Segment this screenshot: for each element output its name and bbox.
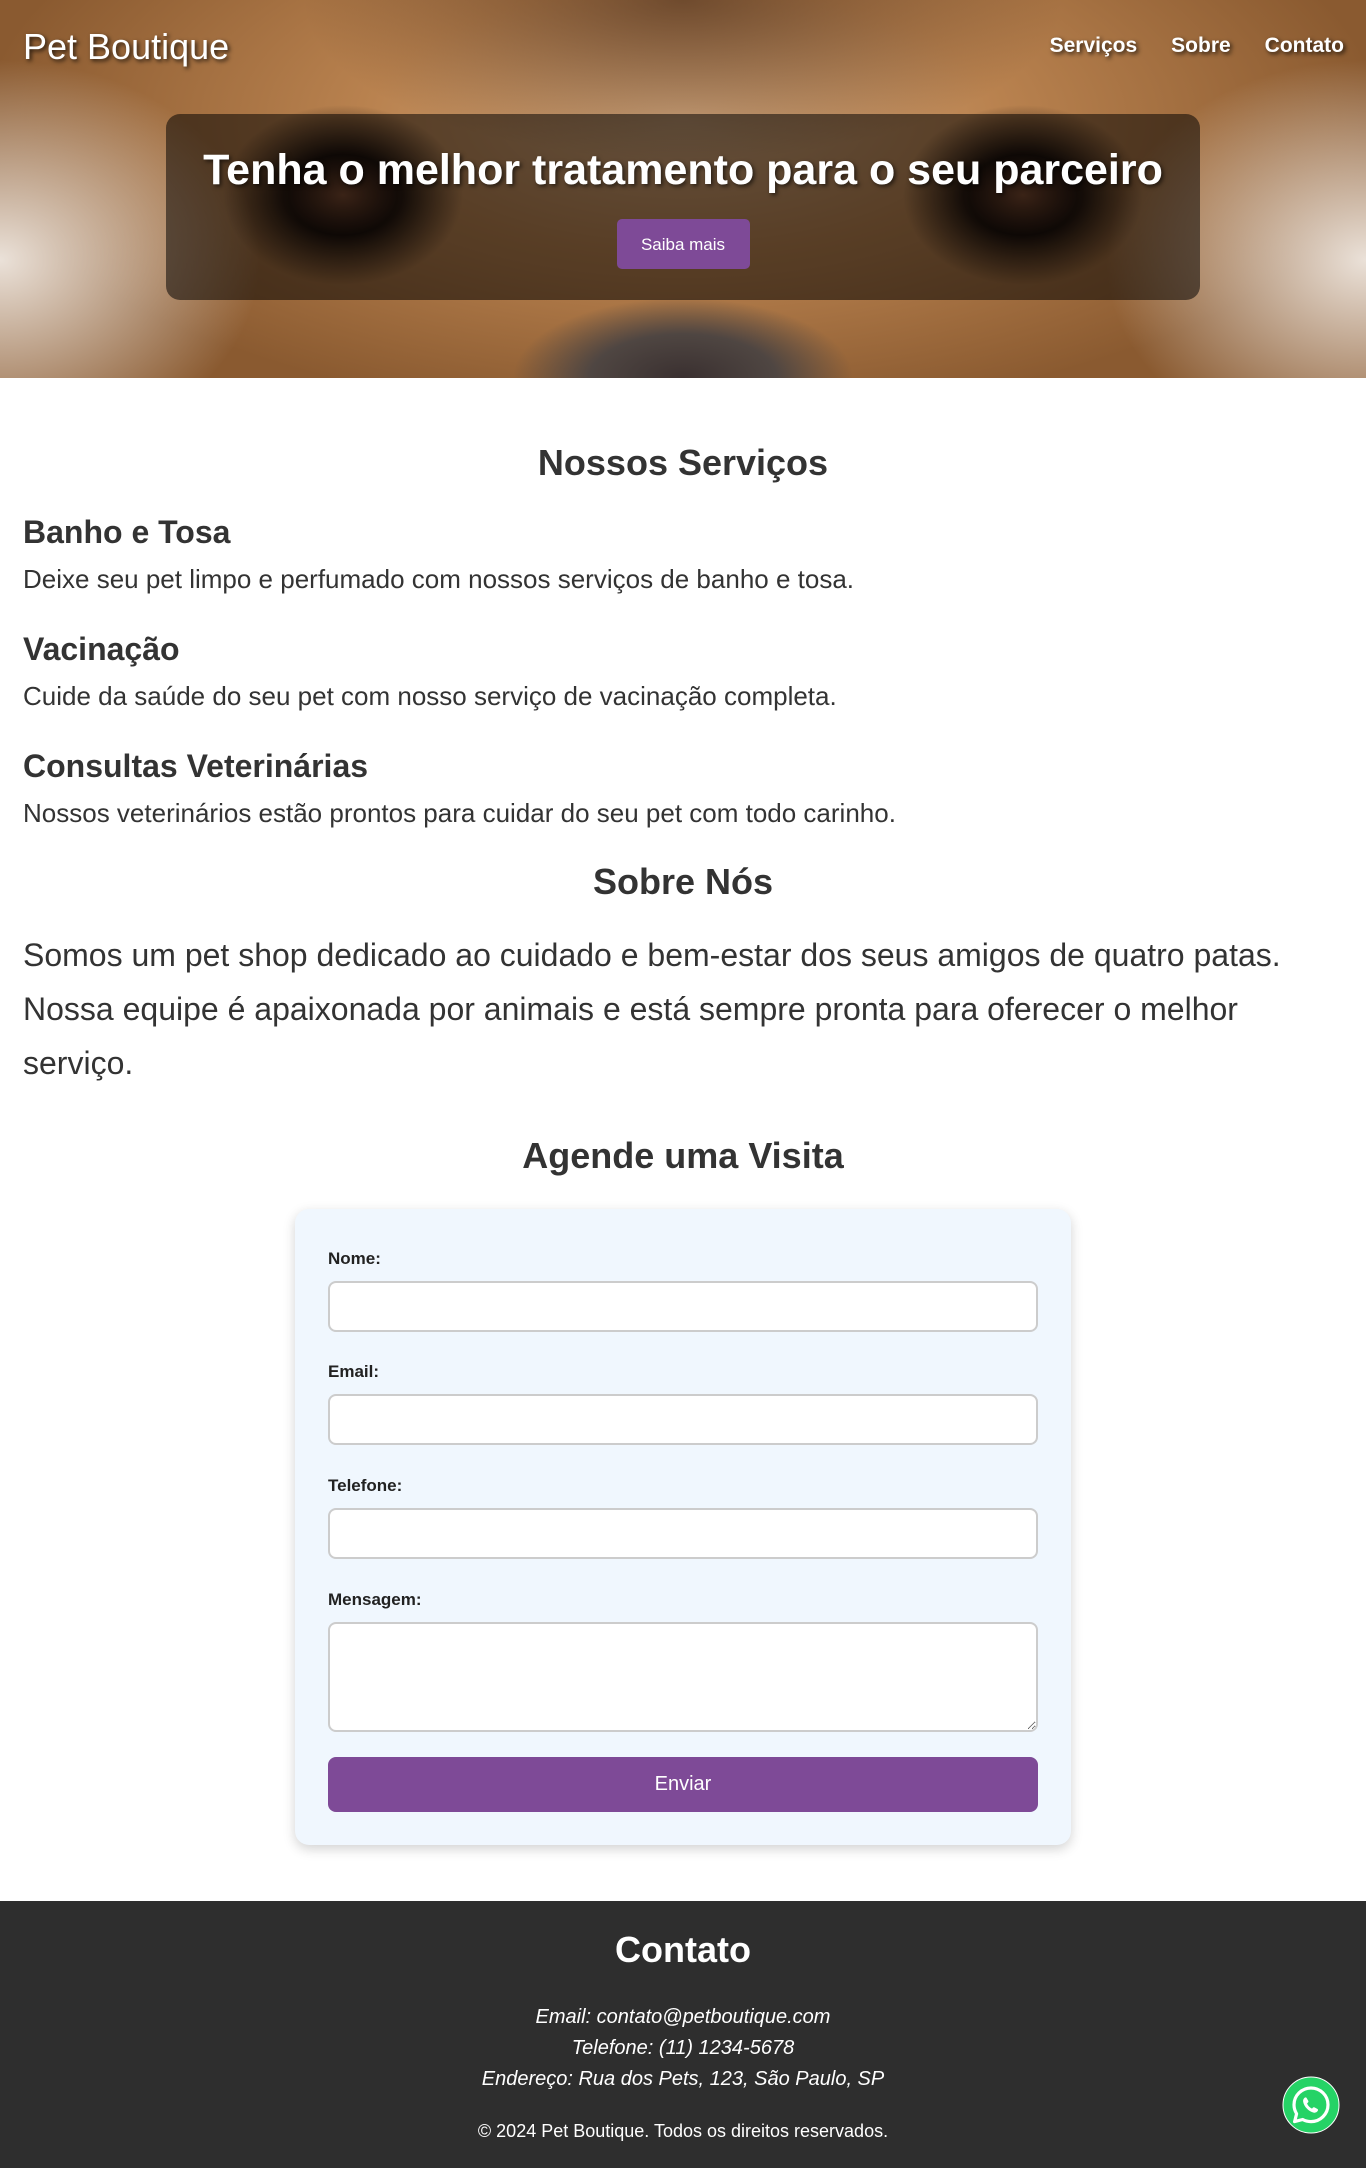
- service-name: Vacinação: [23, 631, 180, 667]
- hero-overlay: Tenha o melhor tratamento para o seu par…: [166, 114, 1200, 300]
- message-label: Mensagem:: [328, 1590, 422, 1609]
- service-name: Consultas Veterinárias: [23, 748, 369, 784]
- whatsapp-button[interactable]: [1282, 2076, 1340, 2134]
- brand-logo[interactable]: Pet Boutique: [23, 26, 229, 68]
- about-title: Sobre Nós: [592, 861, 774, 902]
- navbar: Pet Boutique Serviços Sobre Contato: [0, 0, 1366, 100]
- contact-email: Email: contato@petboutique.com: [535, 2006, 831, 2028]
- booking-form: Nome: Email: Telefone: Mensagem: Enviar: [295, 1209, 1071, 1845]
- services-title: Nossos Serviços: [537, 442, 829, 483]
- page: Pet Boutique Serviços Sobre Contato Tenh…: [0, 0, 1366, 1176]
- service-description: Nossos veterinários estão prontos para c…: [23, 798, 896, 828]
- footer: Contato Email: contato@petboutique.com T…: [0, 1901, 1366, 2168]
- service-name: Banho e Tosa: [23, 514, 231, 550]
- footer-title: Contato: [615, 1929, 751, 1970]
- name-label: Nome:: [328, 1249, 381, 1268]
- hero-title: Tenha o melhor tratamento para o seu par…: [203, 146, 1163, 194]
- submit-button[interactable]: Enviar: [328, 1757, 1038, 1812]
- whatsapp-icon: [1282, 2076, 1340, 2134]
- phone-label: Telefone:: [328, 1476, 403, 1495]
- about-text: Somos um pet shop dedicado ao cuidado e …: [23, 937, 1281, 1081]
- email-input[interactable]: [328, 1394, 1038, 1445]
- service-item: Consultas Veterinárias Nossos veterinári…: [0, 746, 1366, 832]
- services-section: Nossos Serviços Banho e Tosa Deixe seu p…: [0, 378, 1366, 832]
- contact-info: Email: contato@petboutique.com Telefone:…: [0, 2002, 1366, 2095]
- message-textarea[interactable]: [328, 1622, 1038, 1732]
- phone-input[interactable]: [328, 1508, 1038, 1559]
- service-description: Cuide da saúde do seu pet com nosso serv…: [23, 681, 837, 711]
- service-item: Banho e Tosa Deixe seu pet limpo e perfu…: [0, 512, 1366, 598]
- email-label: Email:: [328, 1362, 380, 1381]
- nav-link-contato[interactable]: Contato: [1265, 34, 1344, 58]
- name-input[interactable]: [328, 1281, 1038, 1332]
- nav-link-servicos[interactable]: Serviços: [1050, 34, 1138, 58]
- booking-title: Agende uma Visita: [522, 1135, 844, 1176]
- contact-phone: Telefone: (11) 1234-5678: [571, 2037, 795, 2059]
- nav-links: Serviços Sobre Contato: [1050, 34, 1344, 58]
- learn-more-button[interactable]: Saiba mais: [616, 219, 750, 269]
- about-section: Sobre Nós Somos um pet shop dedicado ao …: [0, 859, 1366, 1090]
- contact-address: Endereço: Rua dos Pets, 123, São Paulo, …: [481, 2068, 885, 2090]
- service-item: Vacinação Cuide da saúde do seu pet com …: [0, 629, 1366, 715]
- service-description: Deixe seu pet limpo e perfumado com noss…: [23, 564, 855, 594]
- copyright: © 2024 Pet Boutique. Todos os direitos r…: [477, 2121, 889, 2141]
- nav-link-sobre[interactable]: Sobre: [1171, 34, 1231, 58]
- hero-banner: Pet Boutique Serviços Sobre Contato Tenh…: [0, 0, 1366, 378]
